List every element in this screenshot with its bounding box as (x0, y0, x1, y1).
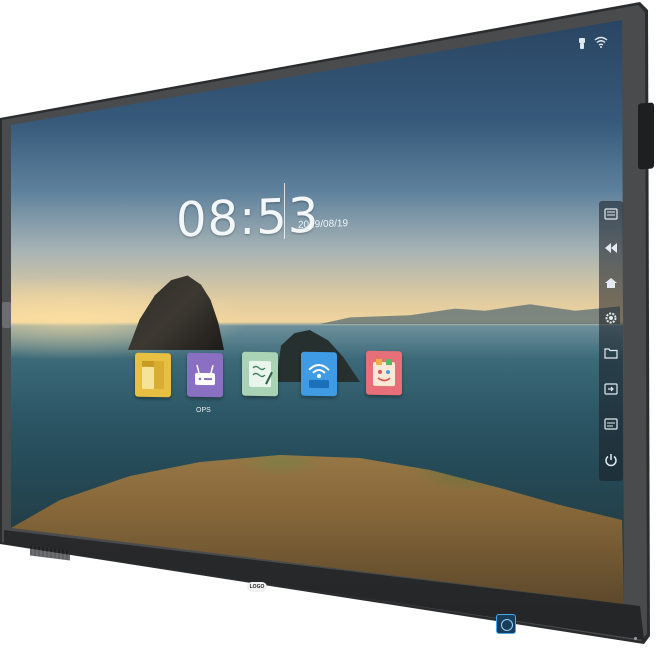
left-sidebar-tab[interactable] (2, 302, 11, 328)
menu-icon[interactable] (602, 205, 620, 223)
clock-date: 2019/08/19 (298, 218, 349, 231)
wifi-icon (594, 36, 608, 51)
files-app-icon[interactable] (135, 352, 171, 398)
whiteboard-icon[interactable] (602, 415, 620, 433)
usb-icon (578, 38, 586, 53)
power-indicator (634, 637, 637, 640)
note-app-icon[interactable] (242, 351, 278, 397)
clock-divider (284, 183, 285, 239)
paint-app-icon[interactable] (366, 350, 402, 396)
front-camera (496, 614, 516, 634)
screen-cast-app-icon[interactable] (301, 351, 337, 397)
back-icon[interactable] (602, 239, 620, 257)
ops-app-icon[interactable] (187, 352, 223, 398)
source-icon[interactable] (602, 380, 620, 398)
home-icon[interactable] (602, 274, 620, 292)
side-handle (638, 102, 654, 170)
clock-time: 08:53 (176, 187, 320, 249)
brand-logo: LOGO (247, 582, 267, 592)
folder-icon[interactable] (602, 344, 620, 362)
power-icon[interactable] (602, 451, 620, 469)
ops-app-label: OPS (196, 407, 211, 414)
settings-icon[interactable] (602, 309, 620, 327)
